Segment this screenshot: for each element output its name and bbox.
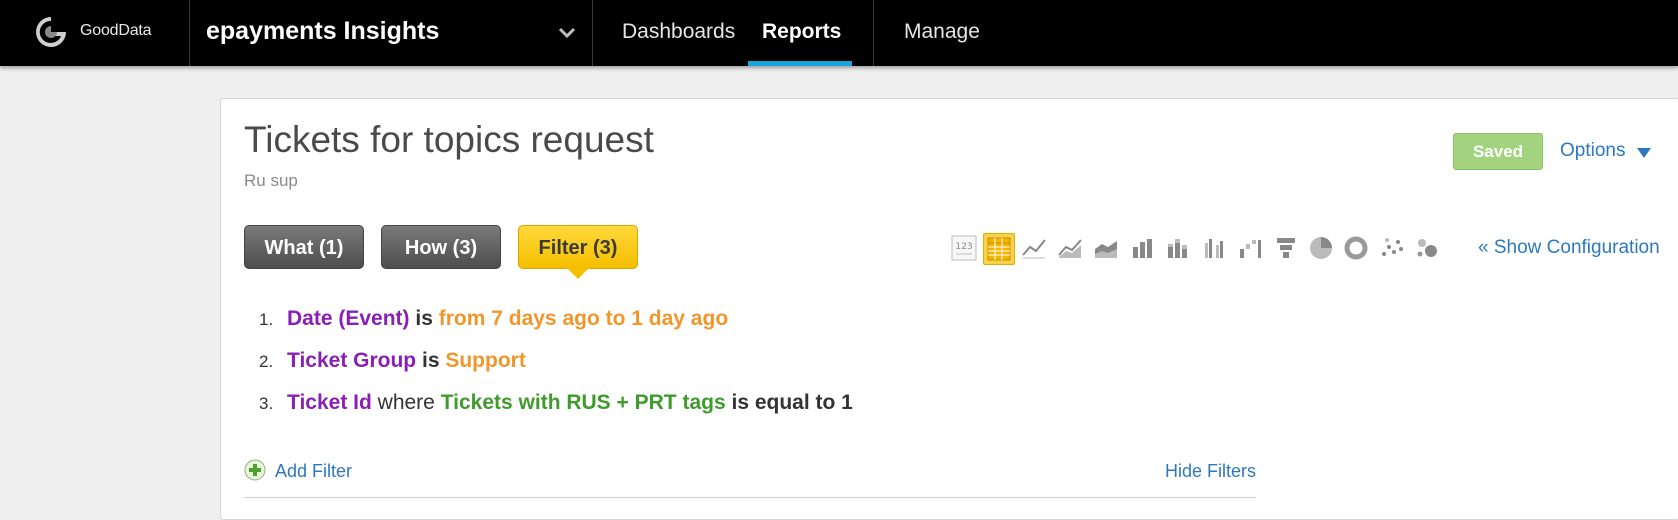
filter-attribute[interactable]: Ticket Id: [287, 391, 372, 414]
bubble-icon[interactable]: [1414, 235, 1440, 261]
filter-row[interactable]: 2. Ticket Group is Support: [259, 349, 526, 373]
line-chart-icon[interactable]: [1021, 235, 1047, 261]
gooddata-logo-icon[interactable]: [34, 15, 68, 49]
active-tab-pointer: [567, 268, 589, 279]
filter-where: where: [377, 391, 435, 414]
filter-row[interactable]: 1. Date (Event) is from 7 days ago to 1 d…: [259, 307, 728, 331]
top-navigation-bar: GoodData epayments Insights Dashboards R…: [0, 0, 1678, 66]
filter-value[interactable]: from 7 days ago to 1 day ago: [439, 307, 728, 330]
filter-attribute[interactable]: Ticket Group: [287, 349, 416, 372]
divider: [189, 0, 190, 66]
grouped-bar-icon[interactable]: [1201, 235, 1227, 261]
funnel-icon[interactable]: [1273, 235, 1299, 261]
svg-text:123: 123: [955, 242, 972, 252]
nav-manage[interactable]: Manage: [904, 20, 980, 44]
nav-dashboards[interactable]: Dashboards: [622, 20, 735, 44]
caret-down-icon[interactable]: [1637, 148, 1651, 158]
active-nav-indicator: [748, 61, 852, 66]
filter-attribute[interactable]: Date (Event): [287, 307, 410, 330]
hide-filters-link[interactable]: Hide Filters: [1165, 461, 1256, 482]
filter-operator: is: [421, 349, 440, 372]
pie-chart-icon[interactable]: [1308, 235, 1334, 261]
filter-condition[interactable]: is equal to 1: [731, 391, 852, 414]
report-card: Tickets for topics request Ru sup Saved …: [220, 98, 1678, 520]
tab-filter[interactable]: Filter (3): [518, 225, 638, 269]
report-subtitle: Ru sup: [244, 171, 298, 190]
filter-row[interactable]: 3. Ticket Id where Tickets with RUS + PRT…: [259, 391, 853, 415]
stacked-bar-icon[interactable]: [1165, 235, 1191, 261]
number-icon[interactable]: 123: [951, 235, 977, 261]
add-filter-icon[interactable]: [244, 459, 266, 481]
bar-chart-icon[interactable]: [1129, 235, 1155, 261]
filter-metric[interactable]: Tickets with RUS + PRT tags: [441, 391, 726, 414]
filter-number: 2.: [259, 352, 274, 371]
stacked-area-icon[interactable]: [1093, 235, 1119, 261]
tab-what[interactable]: What (1): [244, 225, 364, 269]
show-configuration-link[interactable]: « Show Configuration: [1478, 237, 1660, 259]
project-name[interactable]: epayments Insights: [206, 17, 439, 46]
options-menu[interactable]: Options: [1560, 140, 1625, 162]
table-icon[interactable]: [983, 233, 1015, 265]
add-filter-link[interactable]: Add Filter: [275, 461, 352, 482]
saved-button[interactable]: Saved: [1453, 133, 1543, 170]
filter-operator: is: [415, 307, 433, 330]
filter-number: 1.: [259, 310, 274, 329]
filter-number: 3.: [259, 394, 274, 413]
divider: [592, 0, 593, 66]
area-line-icon[interactable]: [1057, 235, 1083, 261]
divider: [873, 0, 874, 66]
nav-reports[interactable]: Reports: [762, 20, 841, 44]
chevron-down-icon[interactable]: [558, 26, 576, 40]
waterfall-icon[interactable]: [1237, 235, 1263, 261]
scatter-icon[interactable]: [1379, 235, 1405, 261]
report-title[interactable]: Tickets for topics request: [244, 119, 654, 161]
donut-chart-icon[interactable]: [1343, 235, 1369, 261]
filter-value[interactable]: Support: [445, 349, 525, 372]
logo-text: GoodData: [80, 22, 152, 39]
tab-how[interactable]: How (3): [381, 225, 501, 269]
divider: [244, 497, 1256, 498]
